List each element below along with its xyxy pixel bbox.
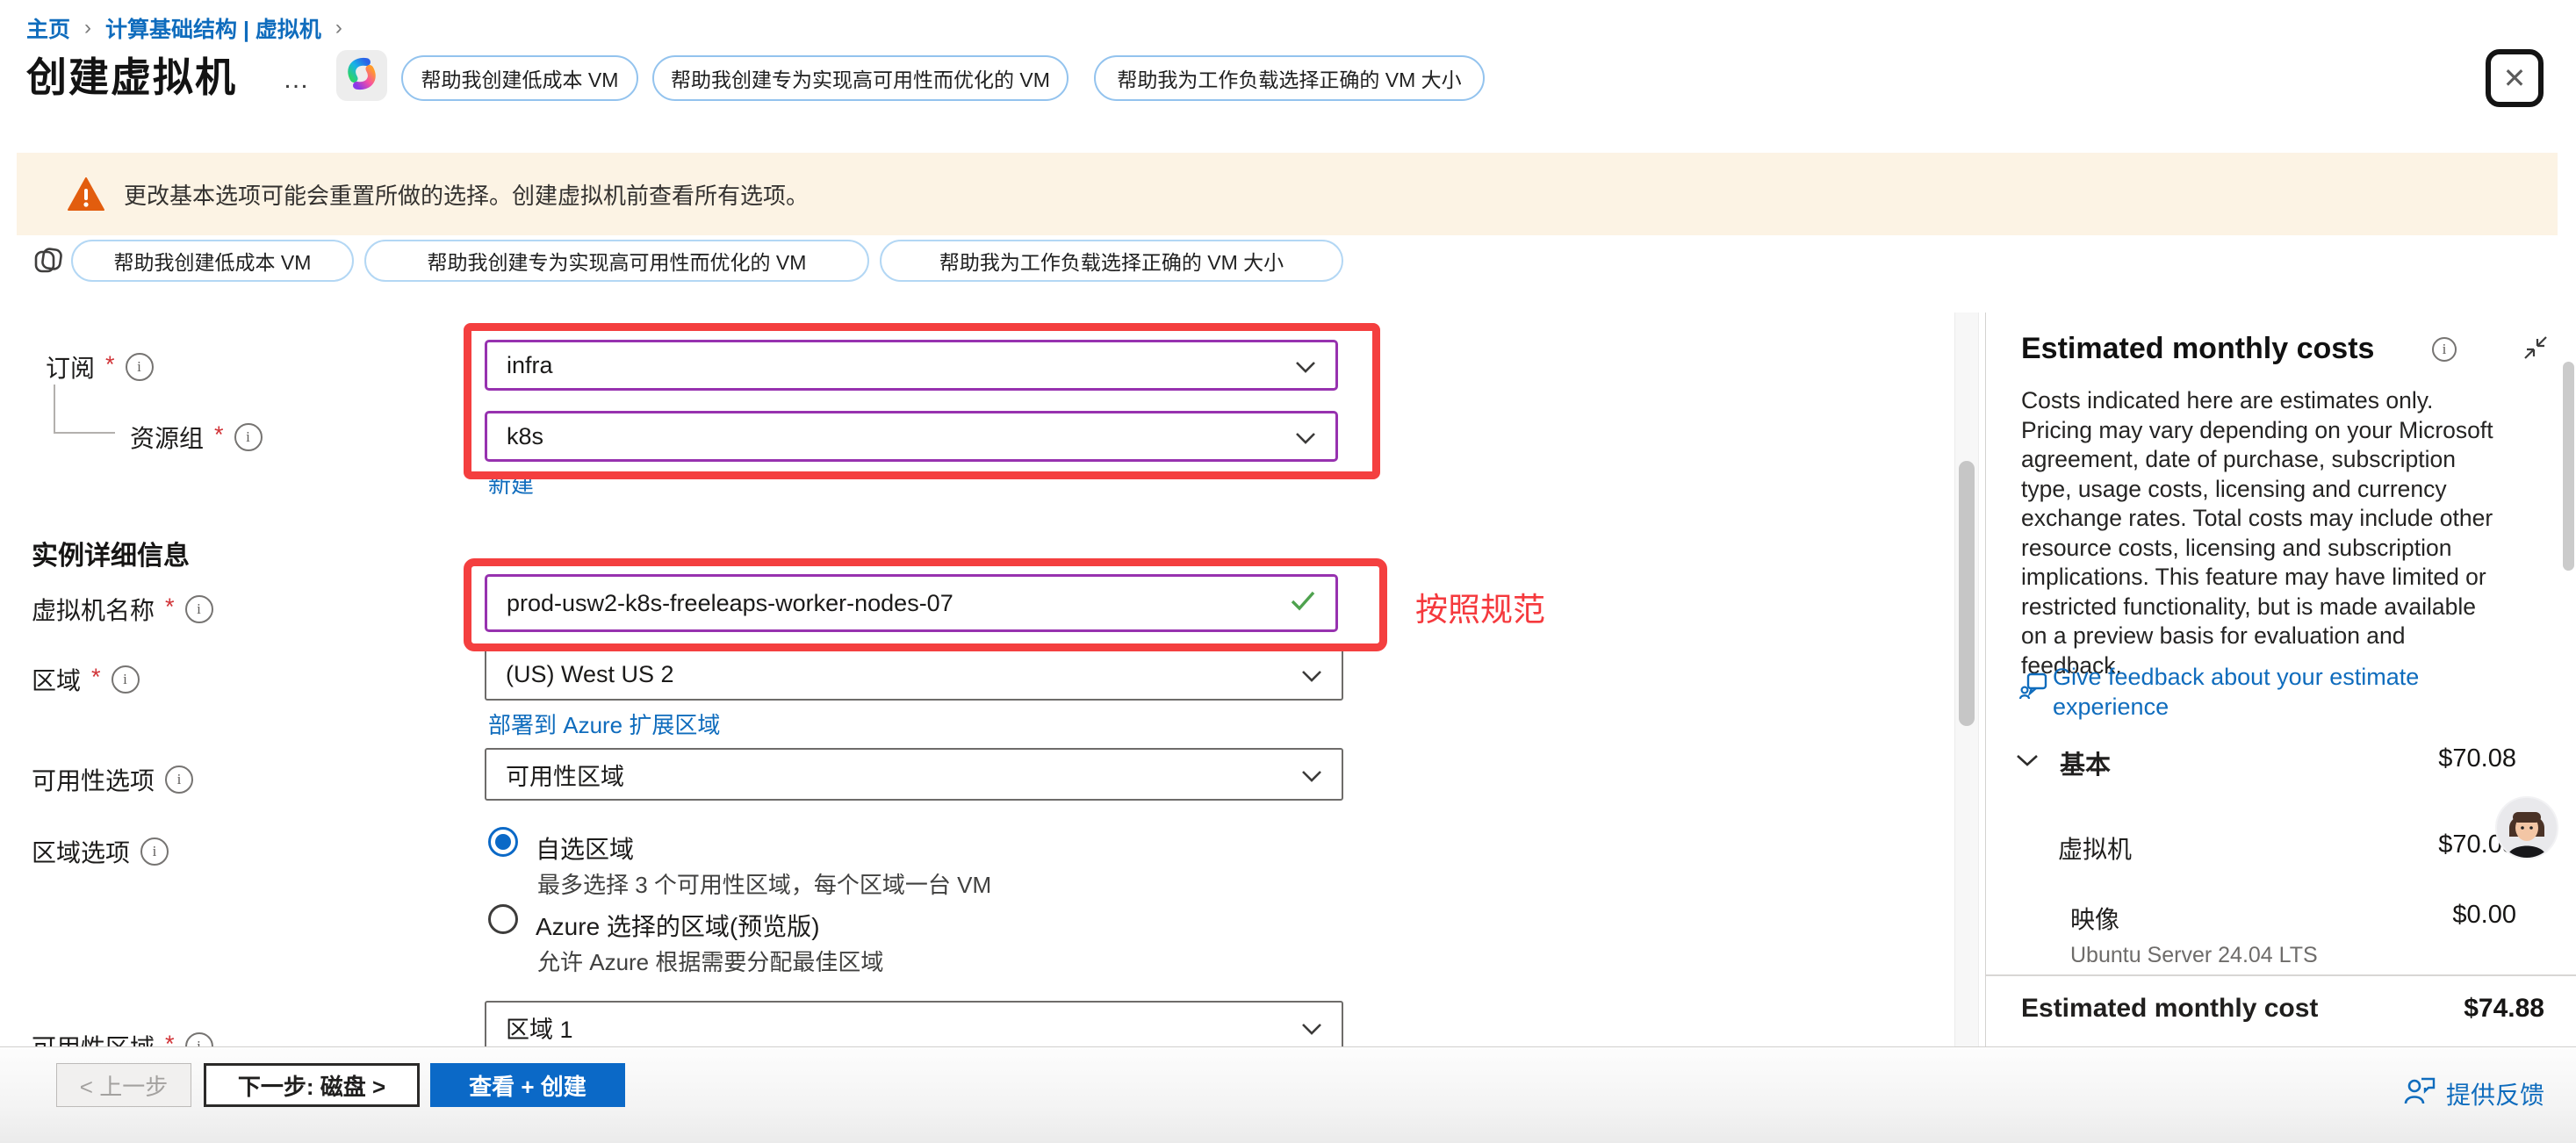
avatar[interactable] — [2495, 796, 2558, 859]
breadcrumb-virtual-machines[interactable]: 计算基础结构 | 虚拟机 — [105, 12, 321, 44]
review-create-button[interactable]: 查看 + 创建 — [430, 1063, 625, 1107]
copilot-outline-icon — [32, 244, 65, 277]
cost-item-amount: $0.00 — [2452, 901, 2516, 930]
info-icon[interactable]: i — [126, 353, 154, 381]
subscription-value: infra — [507, 352, 553, 379]
divider — [1986, 974, 2576, 976]
close-button-annotation: ✕ — [2486, 49, 2544, 107]
cost-item-name: 映像 — [2070, 901, 2119, 936]
vm-name-input[interactable]: prod-usw2-k8s-freeleaps-worker-nodes-07 — [485, 574, 1338, 632]
estimate-feedback-link[interactable]: Give feedback about your estimate experi… — [2053, 662, 2474, 722]
copilot-suggestion-high-availability[interactable]: 帮助我创建专为实现高可用性而优化的 VM — [652, 55, 1069, 101]
chevron-down-icon — [1295, 423, 1316, 450]
region-dropdown[interactable]: (US) West US 2 — [485, 648, 1343, 701]
warning-icon — [68, 176, 104, 212]
chevron-down-icon[interactable] — [2016, 753, 2039, 772]
subscription-dropdown[interactable]: infra — [485, 340, 1338, 391]
required-asterisk: * — [214, 421, 224, 449]
radio-azure-selected-zones-label[interactable]: Azure 选择的区域(预览版) — [536, 908, 820, 943]
info-icon[interactable]: i — [165, 766, 193, 794]
cost-item-name: 虚拟机 — [2058, 830, 2132, 866]
close-icon[interactable]: ✕ — [2503, 61, 2527, 95]
copilot-icon — [344, 56, 379, 96]
estimated-costs-panel: Estimated monthly costs i Costs indicate… — [1985, 313, 2576, 1046]
vm-name-annotation-text: 按照规范 — [1415, 583, 1545, 630]
breadcrumb: 主页 › 计算基础结构 | 虚拟机 › — [26, 12, 342, 44]
zone-options-label: 区域选项 i — [32, 834, 169, 869]
feedback-bubbles-icon — [2019, 672, 2047, 705]
copilot-suggestion-low-cost[interactable]: 帮助我创建低成本 VM — [401, 55, 638, 101]
page-title: 创建虚拟机 — [26, 46, 237, 104]
total-cost-label: Estimated monthly cost — [2021, 994, 2318, 1024]
chevron-down-icon — [1301, 761, 1322, 788]
deploy-extended-zone-link[interactable]: 部署到 Azure 扩展区域 — [488, 708, 720, 740]
resource-group-dropdown[interactable]: k8s — [485, 411, 1338, 462]
vm-name-value: prod-usw2-k8s-freeleaps-worker-nodes-07 — [507, 590, 953, 617]
provide-feedback-link[interactable]: 提供反馈 — [2404, 1075, 2544, 1111]
main-scrollbar-thumb[interactable] — [1959, 461, 1975, 726]
availability-zone-value: 区域 1 — [506, 1010, 573, 1045]
costs-panel-title: Estimated monthly costs — [2021, 332, 2374, 366]
resource-group-value: k8s — [507, 423, 543, 450]
footer: < 上一步 下一步: 磁盘 > 查看 + 创建 提供反馈 — [0, 1046, 2576, 1143]
overflow-menu-icon[interactable]: … — [283, 65, 311, 95]
provide-feedback-label: 提供反馈 — [2446, 1076, 2544, 1111]
collapse-panel-icon[interactable] — [2523, 335, 2548, 364]
radio-azure-selected-zones-desc: 允许 Azure 根据需要分配最佳区域 — [537, 945, 883, 977]
copilot-button[interactable] — [336, 50, 387, 101]
chevron-down-icon — [1295, 352, 1316, 379]
info-icon[interactable]: i — [112, 665, 140, 694]
region-value: (US) West US 2 — [506, 661, 674, 688]
info-icon[interactable]: i — [234, 423, 263, 451]
resource-group-label: 资源组 * i — [130, 420, 263, 455]
copilot-suggestion-right-size[interactable]: 帮助我为工作负载选择正确的 VM 大小 — [1094, 55, 1485, 101]
availability-options-label: 可用性选项 i — [32, 762, 193, 797]
copilot-suggestion-low-cost[interactable]: 帮助我创建低成本 VM — [71, 240, 354, 282]
next-step-disks-button[interactable]: 下一步: 磁盘 > — [204, 1063, 420, 1107]
chevron-down-icon — [1301, 661, 1322, 688]
tree-connector — [54, 385, 55, 432]
radio-self-selected-zones-label[interactable]: 自选区域 — [536, 830, 634, 866]
total-cost-amount: $74.88 — [2464, 994, 2544, 1024]
breadcrumb-home[interactable]: 主页 — [26, 12, 70, 44]
vm-name-label: 虚拟机名称 * i — [32, 592, 213, 627]
cost-group-amount: $70.08 — [2438, 744, 2516, 773]
valid-check-icon — [1290, 590, 1316, 617]
panel-scrollbar-thumb[interactable] — [2563, 362, 2574, 571]
info-icon[interactable]: i — [140, 837, 169, 866]
chevron-right-icon: › — [335, 16, 342, 40]
subscription-label: 订阅 * i — [46, 349, 154, 385]
info-icon[interactable]: i — [185, 595, 213, 623]
copilot-suggestion-right-size[interactable]: 帮助我为工作负载选择正确的 VM 大小 — [880, 240, 1343, 282]
warning-banner-text: 更改基本选项可能会重置所做的选择。创建虚拟机前查看所有选项。 — [124, 178, 809, 211]
required-asterisk: * — [105, 351, 115, 378]
radio-azure-selected-zones[interactable] — [488, 904, 518, 934]
chevron-right-icon: › — [84, 16, 91, 40]
previous-step-button[interactable]: < 上一步 — [56, 1063, 191, 1107]
region-label: 区域 * i — [32, 662, 140, 697]
availability-zone-dropdown[interactable]: 区域 1 — [485, 1001, 1343, 1053]
chevron-down-icon — [1301, 1014, 1322, 1041]
cost-item-sub: Ubuntu Server 24.04 LTS — [2070, 943, 2318, 968]
create-new-resource-group-link[interactable]: 新建 — [488, 467, 534, 500]
availability-options-value: 可用性区域 — [506, 758, 624, 792]
warning-banner: 更改基本选项可能会重置所做的选择。创建虚拟机前查看所有选项。 — [17, 153, 2558, 235]
instance-details-header: 实例详细信息 — [32, 534, 190, 572]
required-asterisk: * — [165, 593, 175, 621]
availability-options-dropdown[interactable]: 可用性区域 — [485, 748, 1343, 801]
radio-self-selected-zones-desc: 最多选择 3 个可用性区域，每个区域一台 VM — [537, 867, 991, 900]
feedback-person-icon — [2404, 1075, 2436, 1111]
tree-connector — [54, 432, 115, 434]
radio-self-selected-zones[interactable] — [488, 827, 518, 857]
info-icon[interactable]: i — [2432, 337, 2457, 362]
costs-panel-description: Costs indicated here are estimates only.… — [2021, 386, 2504, 680]
copilot-suggestion-high-availability[interactable]: 帮助我创建专为实现高可用性而优化的 VM — [364, 240, 869, 282]
create-vm-page: 主页 › 计算基础结构 | 虚拟机 › 创建虚拟机 … 帮助我创建低成本 — [0, 0, 2576, 1143]
cost-group-name: 基本 — [2060, 744, 2111, 781]
required-asterisk: * — [91, 664, 101, 691]
